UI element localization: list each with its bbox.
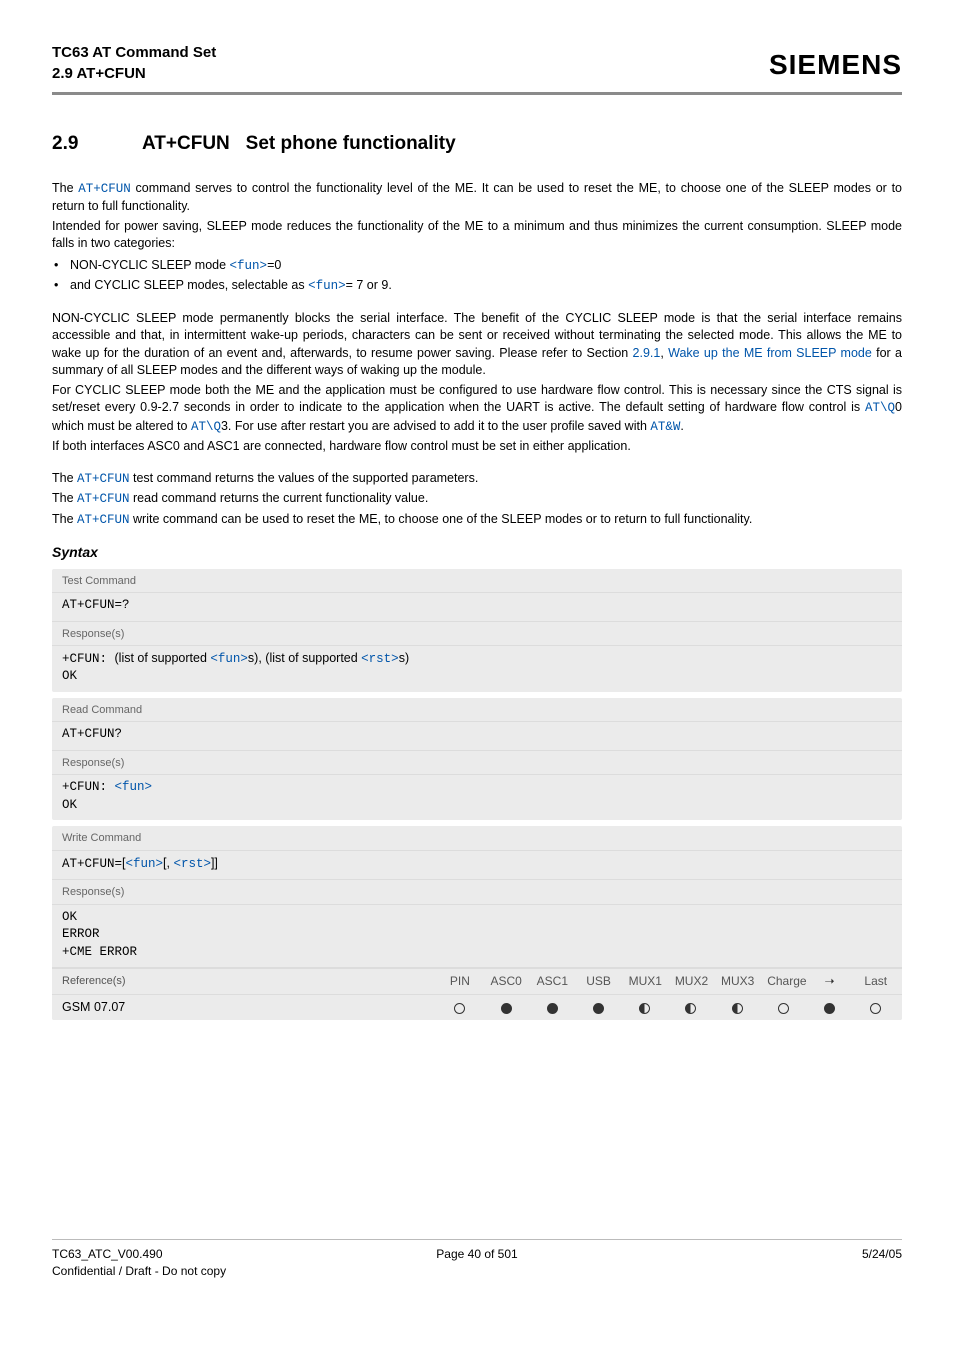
- col-last: Last: [860, 973, 892, 990]
- error-text: ERROR: [62, 926, 892, 944]
- response-label: Response(s): [52, 622, 902, 646]
- intro-p1: The AT+CFUN command serves to control th…: [52, 180, 902, 216]
- section-cmd: AT+CFUN: [142, 133, 230, 154]
- atcfun-link[interactable]: AT+CFUN: [77, 492, 130, 506]
- reference-value-row: GSM 07.07: [52, 994, 902, 1021]
- col-mux3: MUX3: [721, 973, 753, 990]
- ok-text: OK: [62, 797, 892, 815]
- body-p5: If both interfaces ASC0 and ASC1 are con…: [52, 438, 902, 456]
- ok-text: OK: [62, 668, 892, 686]
- fun-param-link[interactable]: <fun>: [126, 857, 164, 871]
- ok-text: OK: [62, 909, 892, 927]
- write-command-label: Write Command: [52, 826, 902, 850]
- bullet-cyclic: and CYCLIC SLEEP modes, selectable as <f…: [52, 277, 902, 296]
- footer-page-number: Page 40 of 501: [52, 1246, 902, 1263]
- body-p8: The AT+CFUN write command can be used to…: [52, 511, 902, 530]
- rst-param-link[interactable]: <rst>: [173, 857, 211, 871]
- atcfun-link[interactable]: AT+CFUN: [77, 513, 130, 527]
- intro-bullets: NON-CYCLIC SLEEP mode <fun>=0 and CYCLIC…: [52, 257, 902, 296]
- dot-last: [860, 999, 892, 1016]
- atcfun-link[interactable]: AT+CFUN: [78, 182, 131, 196]
- read-response: +CFUN: <fun> OK: [52, 775, 902, 820]
- reference-value: GSM 07.07: [62, 999, 444, 1017]
- fun-param-link[interactable]: <fun>: [210, 652, 248, 666]
- syntax-test-block: Test Command AT+CFUN=? Response(s) +CFUN…: [52, 569, 902, 692]
- test-response: +CFUN: (list of supported <fun>s), (list…: [52, 646, 902, 692]
- support-dots-row: [444, 999, 892, 1016]
- test-command-code: AT+CFUN=?: [52, 593, 902, 622]
- write-response: OK ERROR +CME ERROR: [52, 905, 902, 969]
- section-title: 2.9AT+CFUN Set phone functionality: [52, 131, 902, 158]
- intro-p2: Intended for power saving, SLEEP mode re…: [52, 218, 902, 253]
- test-command-label: Test Command: [52, 569, 902, 593]
- atq-link[interactable]: AT\Q: [191, 420, 221, 434]
- doc-header-left: TC63 AT Command Set 2.9 AT+CFUN: [52, 42, 216, 84]
- col-arrow-icon: ➝: [813, 973, 845, 990]
- intro-block: The AT+CFUN command serves to control th…: [52, 180, 902, 456]
- col-charge: Charge: [767, 973, 799, 990]
- response-label: Response(s): [52, 880, 902, 904]
- col-mux2: MUX2: [675, 973, 707, 990]
- col-mux1: MUX1: [629, 973, 661, 990]
- section-291-link[interactable]: 2.9.1: [633, 346, 661, 360]
- doc-section-ref: 2.9 AT+CFUN: [52, 63, 216, 84]
- atq-link[interactable]: AT\Q: [865, 401, 895, 415]
- body-p3: NON-CYCLIC SLEEP mode permanently blocks…: [52, 310, 902, 380]
- dot-asc1: [536, 999, 568, 1016]
- read-command-code: AT+CFUN?: [52, 722, 902, 751]
- write-command-code: AT+CFUN=[<fun>[, <rst>]]: [52, 851, 902, 881]
- read-command-label: Read Command: [52, 698, 902, 722]
- dot-mux1: [629, 999, 661, 1016]
- section-number: 2.9: [52, 131, 142, 158]
- section-desc: Set phone functionality: [246, 133, 456, 154]
- dot-pin: [444, 999, 476, 1016]
- col-asc0: ASC0: [490, 973, 522, 990]
- dot-asc0: [490, 999, 522, 1016]
- brand-logo: SIEMENS: [769, 45, 902, 84]
- fun-param-link[interactable]: <fun>: [115, 780, 153, 794]
- fun-param-link[interactable]: <fun>: [230, 259, 268, 273]
- col-usb: USB: [582, 973, 614, 990]
- header-divider: [52, 92, 902, 95]
- body-p4: For CYCLIC SLEEP mode both the ME and th…: [52, 382, 902, 437]
- rst-param-link[interactable]: <rst>: [361, 652, 399, 666]
- atcfun-link[interactable]: AT+CFUN: [77, 472, 130, 486]
- dot-usb: [582, 999, 614, 1016]
- reference-header-row: Reference(s) PIN ASC0 ASC1 USB MUX1 MUX2…: [52, 968, 902, 994]
- body-cmds: The AT+CFUN test command returns the val…: [52, 470, 902, 530]
- dot-arrow: [813, 999, 845, 1016]
- support-columns-header: PIN ASC0 ASC1 USB MUX1 MUX2 MUX3 Charge …: [444, 973, 892, 990]
- atw-link[interactable]: AT&W: [650, 420, 680, 434]
- dot-charge: [767, 999, 799, 1016]
- dot-mux3: [721, 999, 753, 1016]
- response-label: Response(s): [52, 751, 902, 775]
- cme-error-text: +CME ERROR: [62, 944, 892, 962]
- syntax-write-block: Write Command AT+CFUN=[<fun>[, <rst>]] R…: [52, 826, 902, 1020]
- body-p6: The AT+CFUN test command returns the val…: [52, 470, 902, 489]
- syntax-heading: Syntax: [52, 543, 902, 563]
- doc-title: TC63 AT Command Set: [52, 42, 216, 63]
- col-pin: PIN: [444, 973, 476, 990]
- col-asc1: ASC1: [536, 973, 568, 990]
- page-header: TC63 AT Command Set 2.9 AT+CFUN SIEMENS: [52, 42, 902, 84]
- bullet-noncyclic: NON-CYCLIC SLEEP mode <fun>=0: [52, 257, 902, 276]
- wakeup-link[interactable]: Wake up the ME from SLEEP mode: [668, 346, 872, 360]
- fun-param-link[interactable]: <fun>: [308, 279, 346, 293]
- dot-mux2: [675, 999, 707, 1016]
- body-p7: The AT+CFUN read command returns the cur…: [52, 490, 902, 509]
- page-footer: TC63_ATC_V00.490 Confidential / Draft - …: [52, 1239, 902, 1280]
- syntax-read-block: Read Command AT+CFUN? Response(s) +CFUN:…: [52, 698, 902, 820]
- reference-label: Reference(s): [62, 974, 444, 989]
- footer-confidential: Confidential / Draft - Do not copy: [52, 1263, 226, 1280]
